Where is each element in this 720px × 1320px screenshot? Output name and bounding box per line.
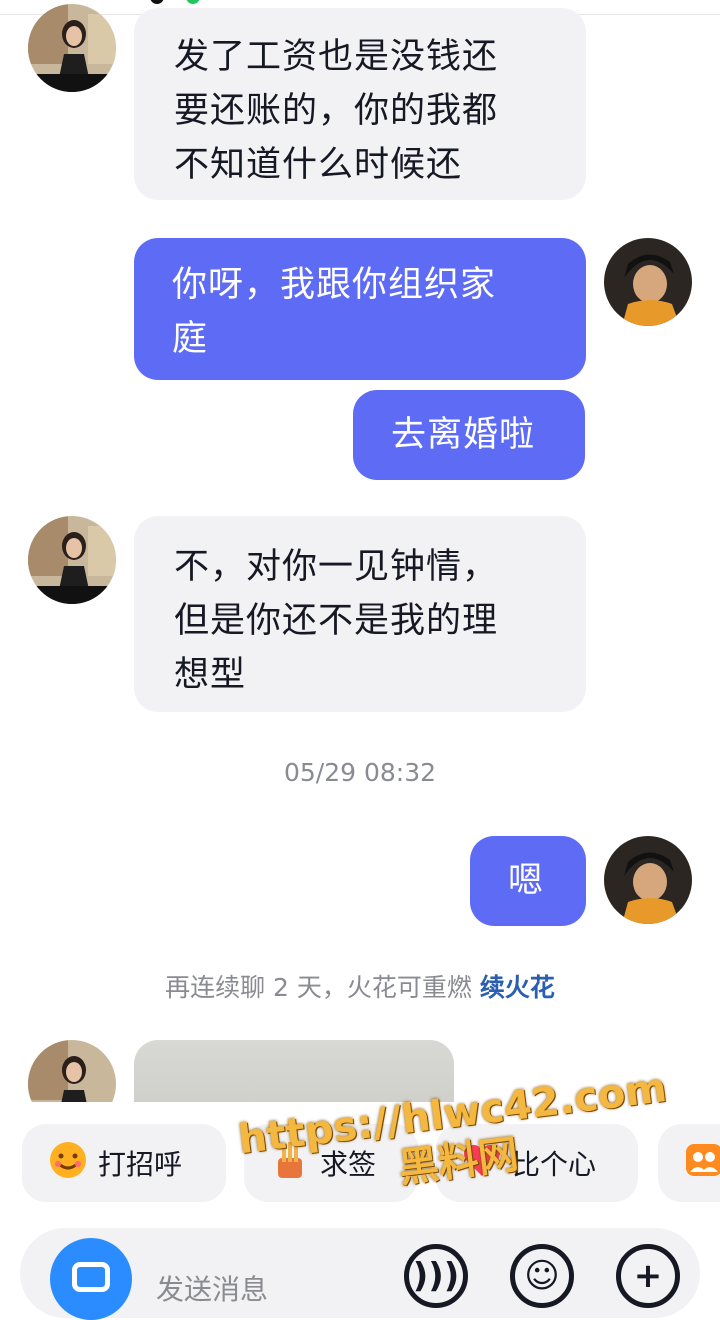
message-timestamp: 05/29 08:32 <box>283 758 437 787</box>
status-indicator-icon <box>150 0 164 4</box>
message-composer: 发送消息 ))) ☺ + <box>20 1228 700 1320</box>
status-indicator-icon <box>186 0 200 4</box>
quick-action-greet[interactable]: 打招呼 <box>22 1124 226 1202</box>
avatar-contact[interactable] <box>28 4 116 92</box>
message-bubble-outgoing[interactable]: 你呀，我跟你组织家 庭 <box>134 238 586 380</box>
avatar-contact[interactable] <box>28 516 116 604</box>
message-input[interactable]: 发送消息 <box>156 1268 268 1308</box>
camera-button[interactable] <box>50 1238 132 1320</box>
message-bubble-incoming[interactable]: 不，对你一见钟情， 但是你还不是我的理 想型 <box>134 516 586 712</box>
avatar-self[interactable] <box>604 836 692 924</box>
plus-icon[interactable]: + <box>616 1244 680 1308</box>
self-photo-icon <box>604 238 692 326</box>
contact-photo-icon <box>28 516 116 604</box>
streak-notice: 再连续聊 2 天，火花可重燃 续火花 <box>0 968 720 1004</box>
message-bubble-outgoing[interactable]: 嗯 <box>470 836 586 926</box>
emoji-icon[interactable]: ☺ <box>510 1244 574 1308</box>
contact-photo-icon <box>28 4 116 92</box>
avatar-self[interactable] <box>604 238 692 326</box>
group-photo-icon <box>684 1140 720 1187</box>
message-bubble-outgoing[interactable]: 去离婚啦 <box>353 390 585 480</box>
renew-spark-link[interactable]: 续火花 <box>480 973 555 1002</box>
quick-action-label: 打招呼 <box>98 1148 183 1181</box>
voice-icon[interactable]: ))) <box>404 1244 468 1308</box>
streak-text: 再连续聊 2 天，火花可重燃 <box>165 973 472 1002</box>
camera-icon <box>72 1262 110 1292</box>
message-bubble-incoming[interactable]: 发了工资也是没钱还 要还账的，你的我都 不知道什么时候还 <box>134 8 586 200</box>
self-photo-icon <box>604 836 692 924</box>
smile-emoji-icon <box>48 1140 88 1187</box>
